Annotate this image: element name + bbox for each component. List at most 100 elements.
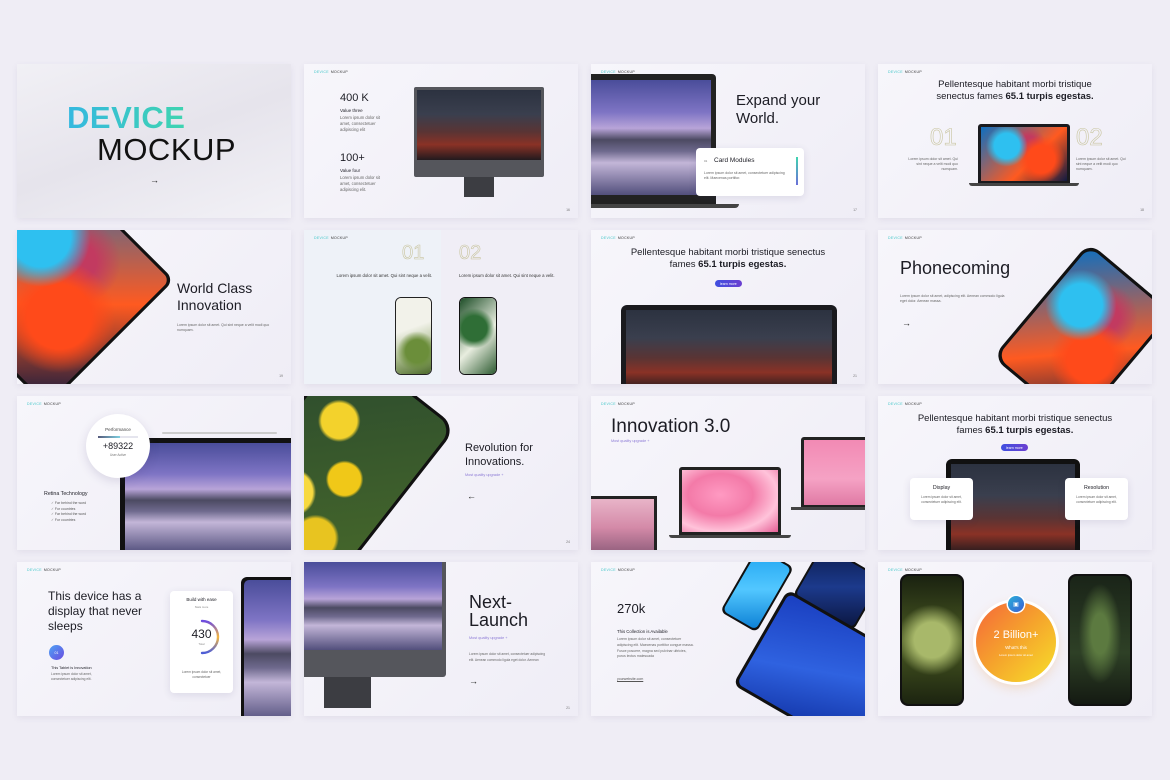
perf-sub: User Active <box>109 453 127 457</box>
slide-text: Lorem ipsum dolor sit amet. Qui sint neq… <box>177 323 270 332</box>
phone-device <box>459 297 497 375</box>
gauge-value: 430 <box>191 627 212 641</box>
gauge-card: Build with ease Stats more 430 Total Lor… <box>170 591 233 693</box>
laptop-lid-top <box>162 432 277 434</box>
stat-value: 100+ <box>340 152 365 164</box>
perf-label: Performance <box>105 427 131 432</box>
list-item-label: For countries <box>54 506 76 511</box>
badge-icon[interactable]: 01 <box>49 645 64 660</box>
slide-laptop-01-02[interactable]: DEVICE MOCKUP Pellentesque habitant morbi… <box>878 64 1152 218</box>
imac-screen <box>304 562 442 650</box>
slide-title: Innovation 3.0 <box>611 416 731 437</box>
page-number: 21 <box>566 706 570 710</box>
stat-text: Lorem ipsum dolor sit amet, consectetuer… <box>340 175 381 192</box>
laptop-screen <box>591 499 654 550</box>
headline: Pellentesque habitant morbi tristique se… <box>936 79 1094 102</box>
feature-list: ✓ Far behind the word ✓ For countries ✓ Fa… <box>51 501 86 523</box>
slide-text: Lorem ipsum dolor sit amet, adipiscing e… <box>900 294 1005 303</box>
slide-macbook-cta[interactable]: DEVICE MOCKUP Pellentesque habitant morbi… <box>591 230 865 384</box>
laptop-device <box>801 437 865 507</box>
laptop-base <box>591 204 739 208</box>
list-item-label: Far behind the word <box>54 512 87 516</box>
headline: Pellentesque habitant morbi tristique se… <box>917 413 1113 436</box>
slide-phonecoming[interactable]: DEVICE MOCKUP Phonecoming Lorem ipsum dol… <box>878 230 1152 384</box>
slide-title-line2: Launch <box>469 610 529 630</box>
list-item: ✓ For countries <box>51 518 86 524</box>
card-modules[interactable]: 01 Card Modules Lorem ipsum dolor sit am… <box>696 148 804 196</box>
resolution-card[interactable]: Resolution Lorem ipsum dolor sit amet, c… <box>1065 478 1128 520</box>
card-accent-bar <box>796 157 798 185</box>
tablet-screen <box>17 230 171 384</box>
card-text: Lorem ipsum dolor sit amet, consectetuer… <box>1076 495 1117 504</box>
list-title: Retina Technology <box>44 491 88 497</box>
brand-tag: DEVICEMOCKUP <box>601 402 636 406</box>
page-number: 16 <box>566 208 570 212</box>
laptop-device <box>591 496 657 550</box>
learn-more-button[interactable]: learn more <box>1001 444 1028 451</box>
phone-device <box>900 574 964 706</box>
feature-text: Lorem ipsum dolor sit amet. Qui sint neq… <box>336 273 432 278</box>
gauge-unit: Total <box>198 642 205 646</box>
imac-device <box>304 562 446 677</box>
slide-expand[interactable]: DEVICE MOCKUP Expand your World. 01 Card … <box>591 64 865 218</box>
slide-grid: DEVICE MOCKUP → DEVICE MOCKUP 400 K Value… <box>17 64 1153 716</box>
laptop-screen <box>804 440 865 505</box>
phone-device <box>1068 574 1132 706</box>
display-card[interactable]: Display Lorem ipsum dolor sit amet, cons… <box>910 478 973 520</box>
slide-never-sleeps[interactable]: DEVICE MOCKUP This device has a display t… <box>17 562 291 716</box>
slide-world-class[interactable]: World Class Innovation Lorem ipsum dolor… <box>17 230 291 384</box>
page-number: 17 <box>853 208 857 212</box>
slide-innovation3[interactable]: DEVICE MOCKUP Innovation 3.0 Most quality… <box>591 396 865 550</box>
brand-tag: DEVICEMOCKUP <box>601 568 636 572</box>
tablet-device <box>241 577 291 716</box>
item-text: Lorem ipsum dolor sit amet, consectetuer… <box>51 672 92 681</box>
phone-screen <box>460 298 496 374</box>
card-title: Card Modules <box>714 157 755 164</box>
gauge-text: Lorem ipsum dolor sit amet, consectetuer <box>181 670 222 679</box>
brand-tag: DEVICEMOCKUP <box>888 402 923 406</box>
slide-two-billion[interactable]: DEVICE MOCKUP 2 Billion+ What's this Lore… <box>878 562 1152 716</box>
learn-more-button[interactable]: learn more <box>715 280 742 287</box>
imac-stand <box>324 677 371 708</box>
slide-performance[interactable]: DEVICE MOCKUP Performance +89322 User Act… <box>17 396 291 550</box>
laptop-screen <box>981 127 1067 181</box>
slide-stats-imac[interactable]: DEVICE MOCKUP 400 K Value three Lorem ips… <box>304 64 578 218</box>
brand-tag: DEVICEMOCKUP <box>601 236 636 240</box>
slide-phones-01-02[interactable]: DEVICE MOCKUP 01 Lorem ipsum dolor sit am… <box>304 230 578 384</box>
outline-number: 01 <box>930 124 957 152</box>
brand-tag: DEVICEMOCKUP <box>314 236 349 240</box>
slide-collection[interactable]: DEVICE MOCKUP 270k This Collection is Ava… <box>591 562 865 716</box>
feature-text: Lorem ipsum dolor sit amet. Qui sint neq… <box>908 157 958 171</box>
slide-display-resolution[interactable]: DEVICE MOCKUP Pellentesque habitant morbi… <box>878 396 1152 550</box>
slide-text: Lorem ipsum dolor sit amet, consectetuer… <box>617 637 694 659</box>
slide-cover[interactable]: DEVICE MOCKUP → <box>17 64 291 218</box>
stat-value: 2 Billion+ <box>993 629 1039 641</box>
slide-title: Revolution for Innovations. <box>465 442 533 468</box>
slide-title: World Class Innovation <box>177 280 253 313</box>
perf-progress-fill <box>98 436 120 438</box>
outline-number: 01 <box>402 242 425 265</box>
card-text: Lorem ipsum dolor sit amet, consectetuer… <box>704 171 785 180</box>
back-arrow-icon[interactable]: ← <box>467 491 476 501</box>
page-number: 18 <box>1140 208 1144 212</box>
laptop-device <box>621 305 837 384</box>
laptop-base <box>969 183 1079 186</box>
gauge-subtitle: Stats more <box>194 605 209 609</box>
website-link[interactable]: yourwebsite.com <box>617 677 643 681</box>
phone-device <box>304 396 457 550</box>
next-arrow-icon[interactable]: → <box>150 175 159 185</box>
next-arrow-icon[interactable]: → <box>469 676 478 686</box>
cover-title-device: DEVICE <box>67 100 186 135</box>
laptop-device <box>978 124 1070 183</box>
slide-title: This device has a display that never sle… <box>48 589 143 633</box>
next-arrow-icon[interactable]: → <box>902 318 911 328</box>
card-number: 01 <box>704 159 708 163</box>
performance-card: Performance +89322 User Active <box>86 414 150 478</box>
slide-revolution[interactable]: DEVICEMOCKUP Revolution for Innovations.… <box>304 396 578 550</box>
stat-value: 400 K <box>340 92 369 104</box>
image-icon[interactable]: ▣ <box>1008 596 1024 612</box>
slide-next-launch[interactable]: Next- Launch Most quality upgrade + Lore… <box>304 562 578 716</box>
cover-title-mockup: MOCKUP <box>97 132 237 167</box>
item-title: This Tablet is Innovation <box>51 666 92 670</box>
phone-device <box>992 242 1152 384</box>
